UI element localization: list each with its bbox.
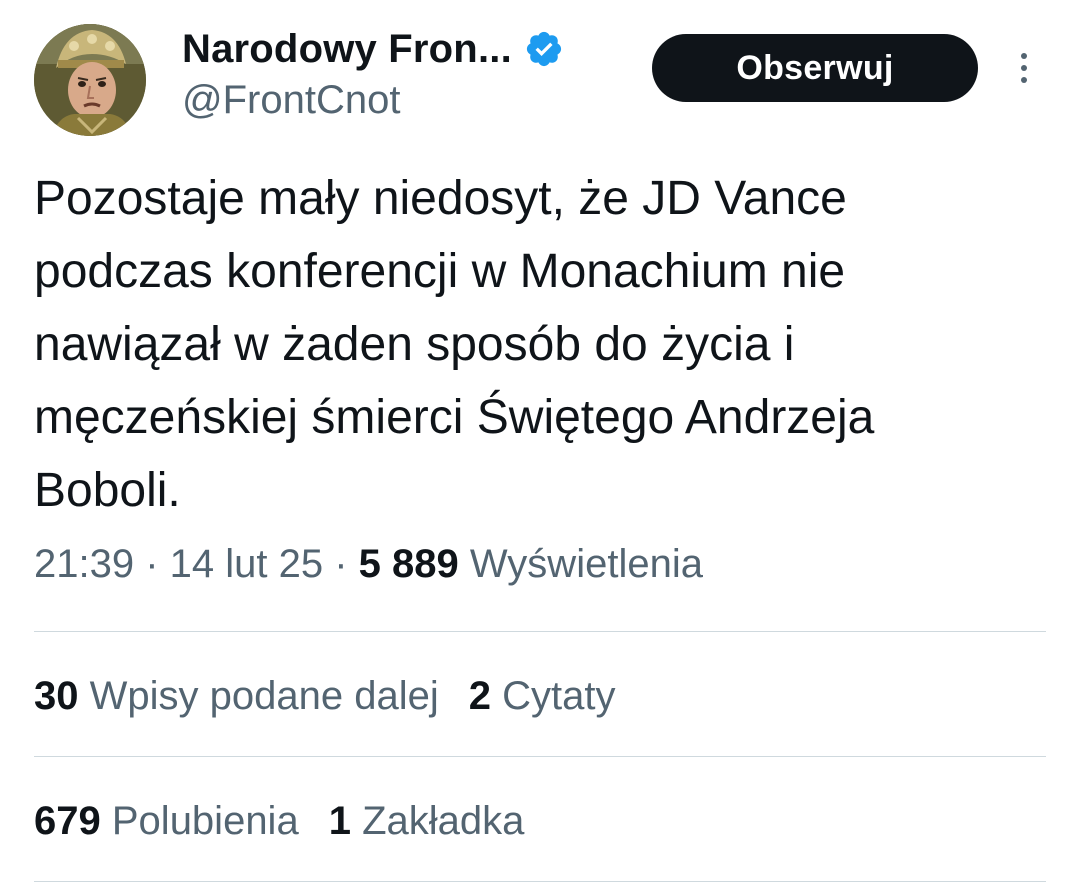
- quotes-label: Cytaty: [502, 674, 616, 718]
- likes-label: Polubienia: [111, 799, 299, 843]
- author-handle[interactable]: @FrontCnot: [182, 78, 400, 123]
- stats-row-reposts: 30 Wpisy podane dalej 2 Cytaty: [34, 674, 645, 719]
- more-vertical-icon[interactable]: [1012, 48, 1036, 88]
- bookmarks-count: 1: [328, 799, 351, 843]
- reposts-count: 30: [34, 674, 79, 718]
- bookmarks-stat[interactable]: 1 Zakładka: [329, 799, 525, 844]
- likes-stat[interactable]: 679 Polubienia: [34, 799, 299, 844]
- stats-row-likes: 679 Polubienia 1 Zakładka: [34, 799, 554, 844]
- views-count: 5 889: [358, 542, 459, 586]
- meta-separator: ·: [323, 542, 359, 586]
- tweet-meta: 21:39 · 14 lut 25 · 5 889 Wyświetlenia: [34, 542, 703, 587]
- author-display-name[interactable]: Narodowy Fron...: [182, 27, 512, 72]
- tweet-date[interactable]: 14 lut 25: [170, 542, 323, 586]
- avatar[interactable]: [34, 24, 146, 136]
- tweet-time[interactable]: 21:39: [34, 542, 134, 586]
- divider: [34, 631, 1046, 632]
- divider: [34, 881, 1046, 882]
- tweet-text: Pozostaje mały niedosyt, że JD Vance pod…: [34, 172, 875, 517]
- avatar-image: [34, 24, 146, 136]
- reposts-label: Wpisy podane dalej: [89, 674, 439, 718]
- bookmarks-label: Zakładka: [362, 799, 525, 843]
- author-name-row: Narodowy Fron...: [182, 22, 564, 76]
- verified-badge-icon[interactable]: [524, 29, 564, 69]
- likes-count: 679: [34, 799, 101, 843]
- reposts-stat[interactable]: 30 Wpisy podane dalej: [34, 674, 439, 719]
- follow-button[interactable]: Obserwuj: [652, 34, 978, 102]
- divider: [34, 756, 1046, 757]
- quotes-stat[interactable]: 2 Cytaty: [469, 674, 616, 719]
- views-label: Wyświetlenia: [469, 542, 703, 586]
- meta-separator: ·: [134, 542, 170, 586]
- quotes-count: 2: [468, 674, 491, 718]
